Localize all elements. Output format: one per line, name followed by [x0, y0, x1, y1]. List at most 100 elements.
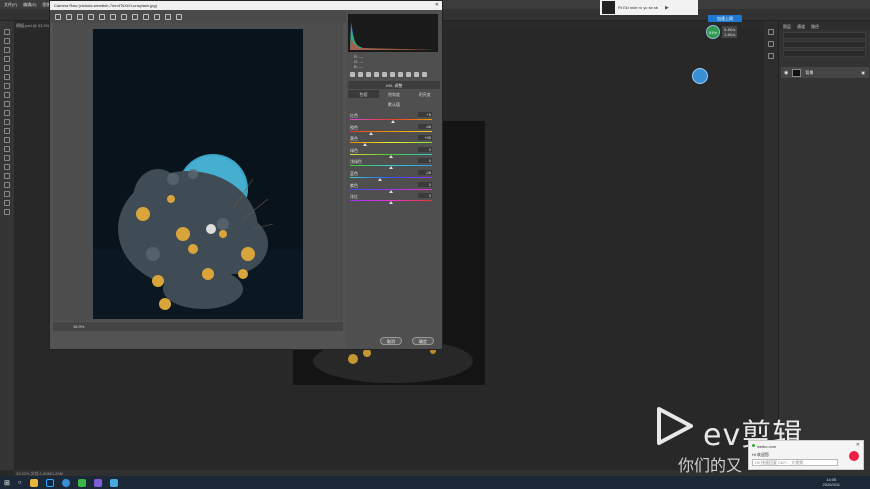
- wechat-icon[interactable]: [77, 478, 86, 487]
- presets-panel-icon[interactable]: [414, 72, 419, 77]
- straighten-icon[interactable]: [121, 13, 127, 20]
- slider-value[interactable]: +6: [418, 112, 432, 117]
- ok-button[interactable]: 确定: [412, 337, 434, 345]
- slider-value[interactable]: -48: [418, 123, 432, 129]
- slider-track[interactable]: [350, 130, 432, 132]
- adjustment-brush-icon[interactable]: [154, 13, 160, 20]
- rectangle-tool-icon[interactable]: [4, 191, 10, 197]
- photoshop-icon[interactable]: [45, 478, 54, 487]
- folder-icon[interactable]: [29, 478, 38, 487]
- slider-track[interactable]: [350, 177, 432, 178]
- close-icon[interactable]: ✕: [435, 2, 439, 8]
- white-balance-icon[interactable]: [77, 13, 83, 20]
- hsl-slider[interactable]: 紫色 0: [350, 181, 432, 193]
- slider-value[interactable]: +95: [418, 135, 432, 141]
- reply-input[interactable]: Hi! 快速回复 Ctrl+... 大视频: [752, 459, 838, 466]
- eye-icon[interactable]: ◉: [784, 70, 788, 76]
- slider-thumb[interactable]: [362, 143, 367, 147]
- adjustments-icon[interactable]: [768, 53, 774, 59]
- dodge-tool-icon[interactable]: [4, 155, 10, 161]
- lasso-tool-icon[interactable]: [4, 47, 10, 53]
- browser-icon[interactable]: [61, 478, 70, 487]
- layers-tab[interactable]: 图层: [783, 24, 791, 29]
- detail-panel-icon[interactable]: [366, 72, 371, 77]
- brush-tool-icon[interactable]: [4, 101, 10, 107]
- clock[interactable]: 14:05 2020/3/11: [823, 477, 841, 487]
- blend-mode-row[interactable]: [783, 41, 866, 48]
- eyedropper-tool-icon[interactable]: [4, 83, 10, 89]
- marquee-tool-icon[interactable]: [4, 38, 10, 44]
- slider-value[interactable]: -26: [418, 170, 432, 175]
- hsl-slider[interactable]: 绿色 0: [350, 146, 432, 158]
- tone-curve-panel-icon[interactable]: [358, 72, 363, 77]
- red-eye-icon[interactable]: [143, 13, 149, 20]
- slider-thumb[interactable]: [389, 201, 393, 205]
- spot-removal-icon[interactable]: [132, 13, 138, 20]
- hsl-subheading[interactable]: 默认值: [348, 102, 440, 108]
- slider-value[interactable]: 0: [418, 146, 432, 152]
- floating-assistant-icon[interactable]: [692, 68, 708, 84]
- cancel-button[interactable]: 取消: [380, 337, 402, 345]
- hsl-slider[interactable]: 红色 +6: [350, 112, 432, 123]
- play-icon[interactable]: ▶: [665, 5, 669, 11]
- search-icon[interactable]: ○: [18, 480, 22, 486]
- slider-value[interactable]: 0: [418, 193, 432, 199]
- lens-panel-icon[interactable]: [390, 72, 395, 77]
- hsl-slider[interactable]: 浅绿色 0: [350, 158, 432, 170]
- hsl-panel-icon[interactable]: [374, 72, 379, 77]
- split-toning-panel-icon[interactable]: [382, 72, 387, 77]
- hsl-tab[interactable]: 色相: [348, 90, 379, 98]
- slider-thumb[interactable]: [389, 189, 393, 193]
- type-tool-icon[interactable]: [4, 173, 10, 179]
- slider-thumb[interactable]: [389, 154, 393, 158]
- slider-thumb[interactable]: [391, 120, 396, 123]
- lock-row[interactable]: [783, 50, 866, 57]
- slider-value[interactable]: 0: [418, 158, 432, 164]
- app-icon-2[interactable]: [109, 478, 118, 487]
- slider-value[interactable]: 0: [418, 181, 432, 187]
- zoom-tool-icon[interactable]: [4, 209, 10, 215]
- slider-thumb[interactable]: [378, 178, 383, 181]
- crop-tool-icon[interactable]: [4, 65, 10, 71]
- color-sampler-icon[interactable]: [88, 13, 94, 20]
- calibration-panel-icon[interactable]: [406, 72, 411, 77]
- hsl-slider[interactable]: 蓝色 -26: [350, 170, 432, 181]
- menu-item[interactable]: 编辑(E): [23, 2, 36, 8]
- path-select-tool-icon[interactable]: [4, 182, 10, 188]
- radial-filter-icon[interactable]: [176, 13, 182, 20]
- gradient-tool-icon[interactable]: [4, 137, 10, 143]
- net-usage-circle[interactable]: 51%: [706, 25, 720, 39]
- snapshots-panel-icon[interactable]: [422, 72, 427, 77]
- frame-tool-icon[interactable]: [4, 74, 10, 80]
- hsl-tab[interactable]: 饱和度: [379, 90, 410, 98]
- move-tool-icon[interactable]: [4, 29, 10, 35]
- start-icon[interactable]: ⊞: [4, 479, 10, 487]
- hand-icon[interactable]: [66, 13, 72, 20]
- hsl-slider[interactable]: 橙色 -48: [350, 123, 432, 135]
- pen-tool-icon[interactable]: [4, 164, 10, 170]
- history-brush-tool-icon[interactable]: [4, 119, 10, 125]
- graduated-filter-icon[interactable]: [165, 13, 171, 20]
- close-icon[interactable]: ✕: [856, 442, 860, 448]
- layers-tab[interactable]: 路径: [811, 24, 819, 29]
- eraser-tool-icon[interactable]: [4, 128, 10, 134]
- properties-icon[interactable]: [768, 41, 774, 47]
- history-icon[interactable]: [768, 29, 774, 35]
- slider-thumb[interactable]: [389, 166, 393, 170]
- app-icon[interactable]: [93, 478, 102, 487]
- net-accel-label[interactable]: 加速上网: [708, 15, 742, 22]
- menu-item[interactable]: 文件(F): [4, 2, 17, 8]
- target-adjust-icon[interactable]: [99, 13, 105, 20]
- layers-tab[interactable]: 通道: [797, 24, 805, 29]
- stamp-tool-icon[interactable]: [4, 110, 10, 116]
- hsl-slider[interactable]: 洋红 0: [350, 193, 432, 205]
- crop-icon[interactable]: [110, 13, 116, 20]
- slider-thumb[interactable]: [369, 131, 374, 135]
- basic-panel-icon[interactable]: [350, 72, 355, 77]
- blur-tool-icon[interactable]: [4, 146, 10, 152]
- effects-panel-icon[interactable]: [398, 72, 403, 77]
- layer-row-background[interactable]: ◉ 背景 ▣: [781, 67, 869, 78]
- hsl-tab[interactable]: 明亮度: [409, 90, 440, 98]
- hand-tool-icon[interactable]: [4, 200, 10, 206]
- zoom-icon[interactable]: [55, 13, 61, 20]
